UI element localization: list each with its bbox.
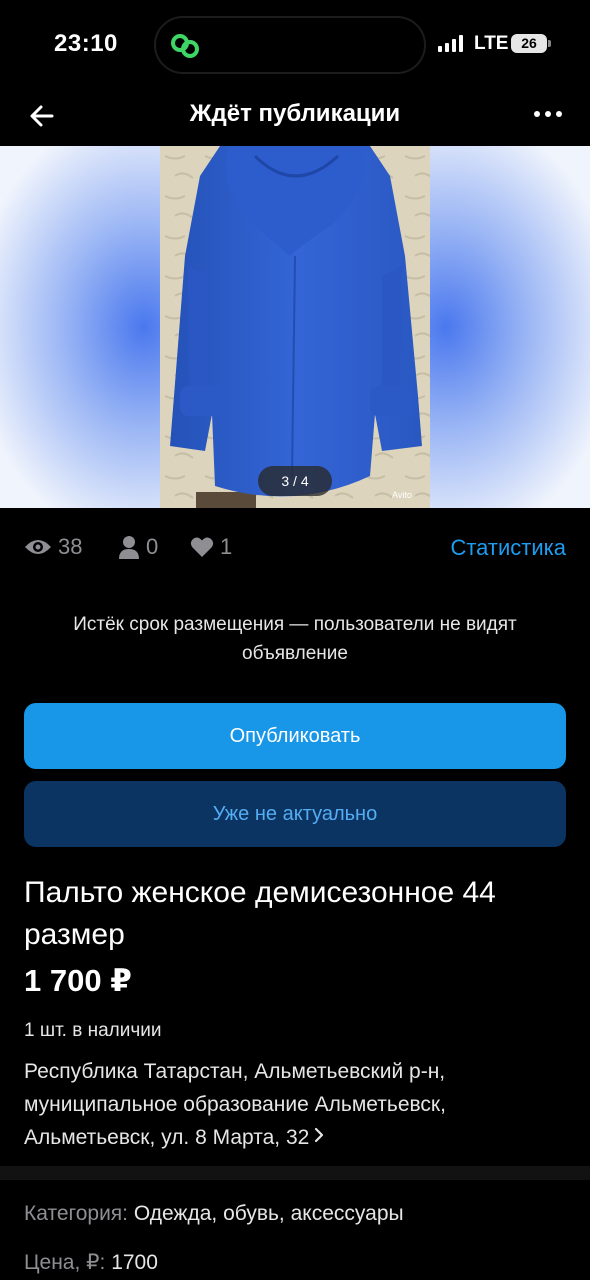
favorites-count: 1	[220, 534, 233, 559]
expired-notice: Истёк срок размещения — пользователи не …	[73, 614, 517, 664]
photo-gallery[interactable]: Avito 3 / 4	[0, 146, 590, 508]
status-time: 23:10	[54, 30, 118, 57]
contacts-count: 0	[146, 534, 159, 559]
stats-row: 38 0 1 Статистика	[24, 530, 566, 566]
section-divider	[0, 1166, 590, 1180]
favorites-stat: 1	[190, 534, 232, 560]
stock-info: 1 шт. в наличии	[24, 1020, 162, 1041]
param-value: 1700	[111, 1251, 158, 1274]
chevron-right-icon	[315, 1127, 324, 1143]
param-value: Одежда, обувь, аксессуары	[133, 1202, 404, 1225]
page-title: Ждёт публикации	[189, 100, 401, 127]
gallery-blur-left	[0, 146, 160, 508]
listing-title: Пальто женское демисезонное 44 размер	[24, 876, 496, 951]
address-link[interactable]: Республика Татарстан, Альметьевский р-н,…	[24, 1055, 564, 1154]
dynamic-island	[154, 16, 426, 74]
param-row: Цена, ₽: 1700	[24, 1250, 158, 1275]
contacts-stat: 0	[118, 534, 158, 560]
gallery-blur-right	[430, 146, 590, 508]
views-count: 38	[58, 534, 83, 559]
eye-icon	[25, 540, 51, 554]
nav-bar: Ждёт публикации	[0, 90, 590, 146]
battery-icon: 26	[511, 34, 547, 53]
heart-icon	[190, 537, 214, 557]
person-icon	[119, 536, 139, 559]
coat-image: Avito	[160, 146, 430, 508]
network-type: LTE	[474, 33, 509, 54]
statistics-link[interactable]: Статистика	[450, 535, 566, 561]
battery-tip	[548, 40, 551, 47]
views-stat: 38	[24, 534, 82, 560]
not-relevant-button[interactable]: Уже не актуально	[24, 781, 566, 847]
photo-counter: 3 / 4	[258, 466, 332, 496]
param-label: Категория:	[24, 1202, 129, 1225]
more-horizontal-icon[interactable]	[530, 102, 566, 126]
param-label: Цена, ₽:	[24, 1251, 106, 1274]
listing-price: 1 700 ₽	[24, 963, 132, 998]
listing-photo[interactable]: Avito	[160, 146, 430, 508]
publish-button[interactable]: Опубликовать	[24, 703, 566, 769]
address-text: Республика Татарстан, Альметьевский р-н,…	[24, 1060, 446, 1149]
signal-icon	[438, 34, 463, 52]
watermark-text: Avito	[392, 490, 412, 500]
param-row: Категория: Одежда, обувь, аксессуары	[24, 1202, 404, 1226]
status-bar: 23:10 LTE 26	[0, 0, 590, 90]
link-app-icon	[171, 34, 199, 58]
